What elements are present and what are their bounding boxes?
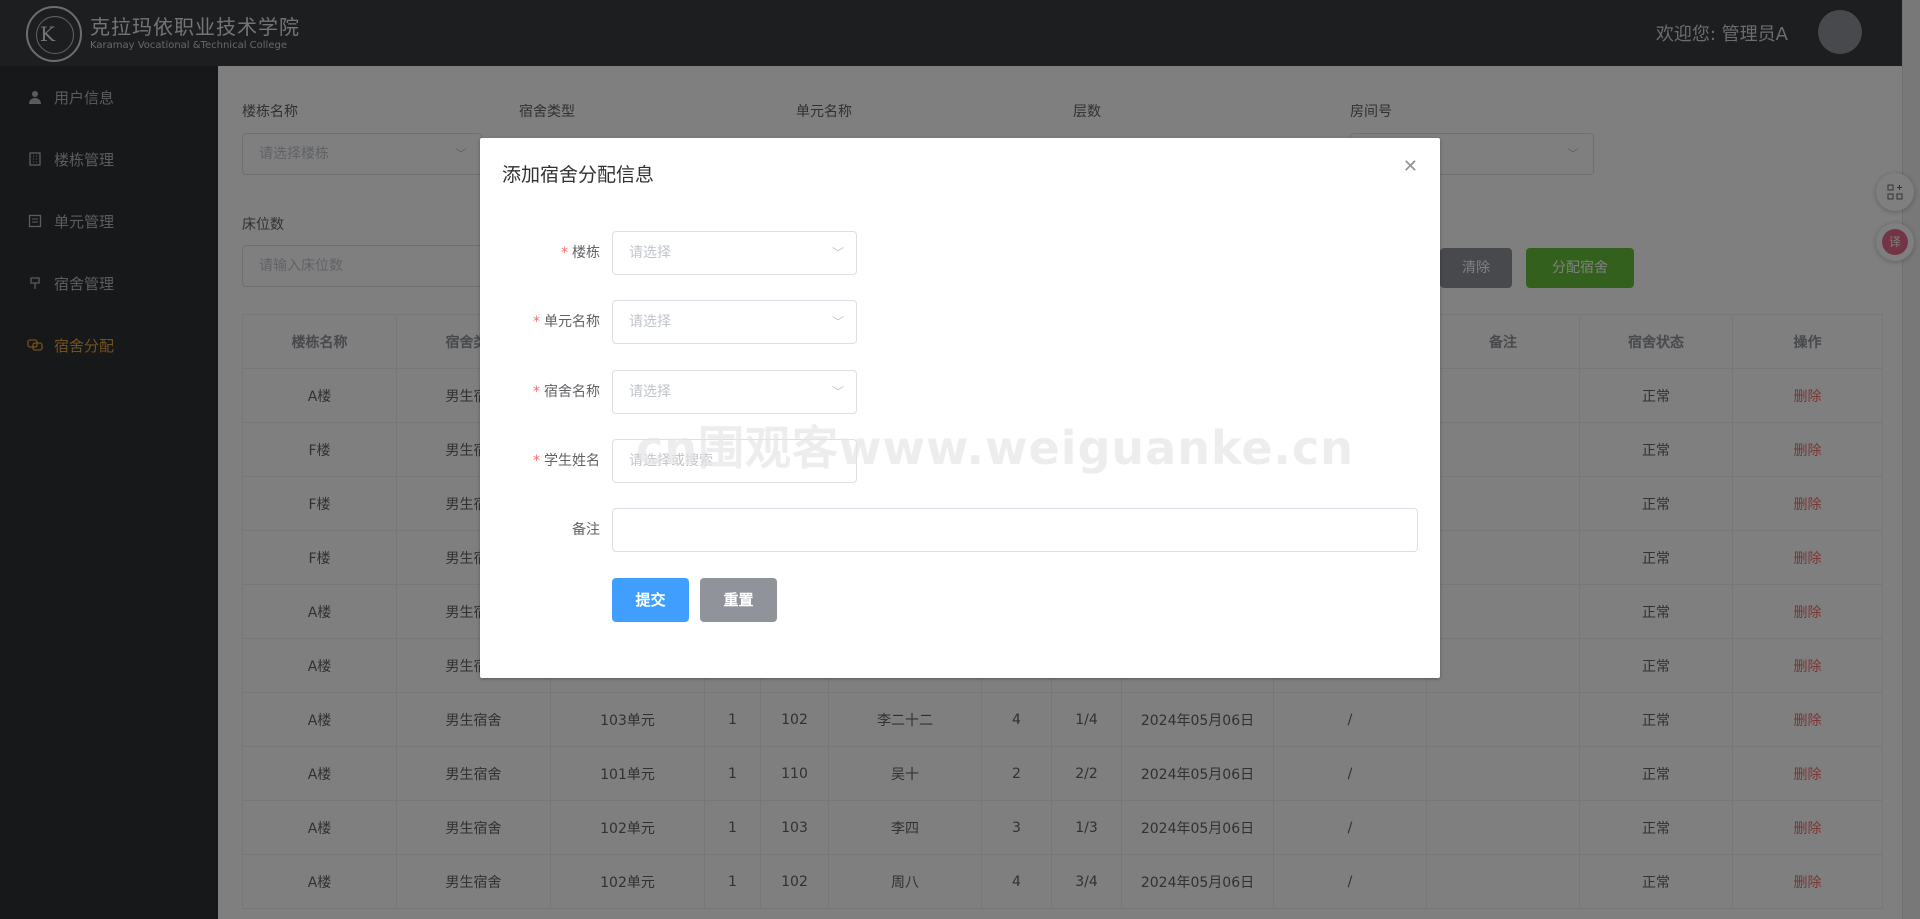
close-icon[interactable]: ✕: [1403, 156, 1418, 177]
add-allocation-dialog: 添加宿舍分配信息 ✕ * 楼栋 请选择 ﹀ * 单元名称 请选择 ﹀ * 宿舍名称 请…: [480, 138, 1440, 678]
watermark: cn围观客www.weiguanke.cn: [636, 421, 1355, 475]
unit-field-label: * 单元名称: [533, 314, 600, 330]
unit-select[interactable]: 请选择 ﹀: [612, 300, 857, 344]
chevron-down-icon: ﹀: [831, 315, 844, 329]
reset-button[interactable]: 重置: [700, 578, 777, 622]
chevron-down-icon: ﹀: [831, 246, 844, 260]
remark-input[interactable]: [612, 508, 1418, 552]
submit-button[interactable]: 提交: [612, 578, 689, 622]
chevron-down-icon: ﹀: [831, 385, 844, 399]
student-field-label: * 学生姓名: [533, 453, 600, 469]
dorm-field-label: * 宿舍名称: [533, 384, 600, 400]
building-field-label: * 楼栋: [561, 245, 600, 261]
remark-field-label: 备注: [572, 522, 600, 538]
dialog-title: 添加宿舍分配信息: [502, 164, 655, 186]
building-select[interactable]: 请选择 ﹀: [612, 231, 857, 275]
dorm-select[interactable]: 请选择 ﹀: [612, 370, 857, 414]
